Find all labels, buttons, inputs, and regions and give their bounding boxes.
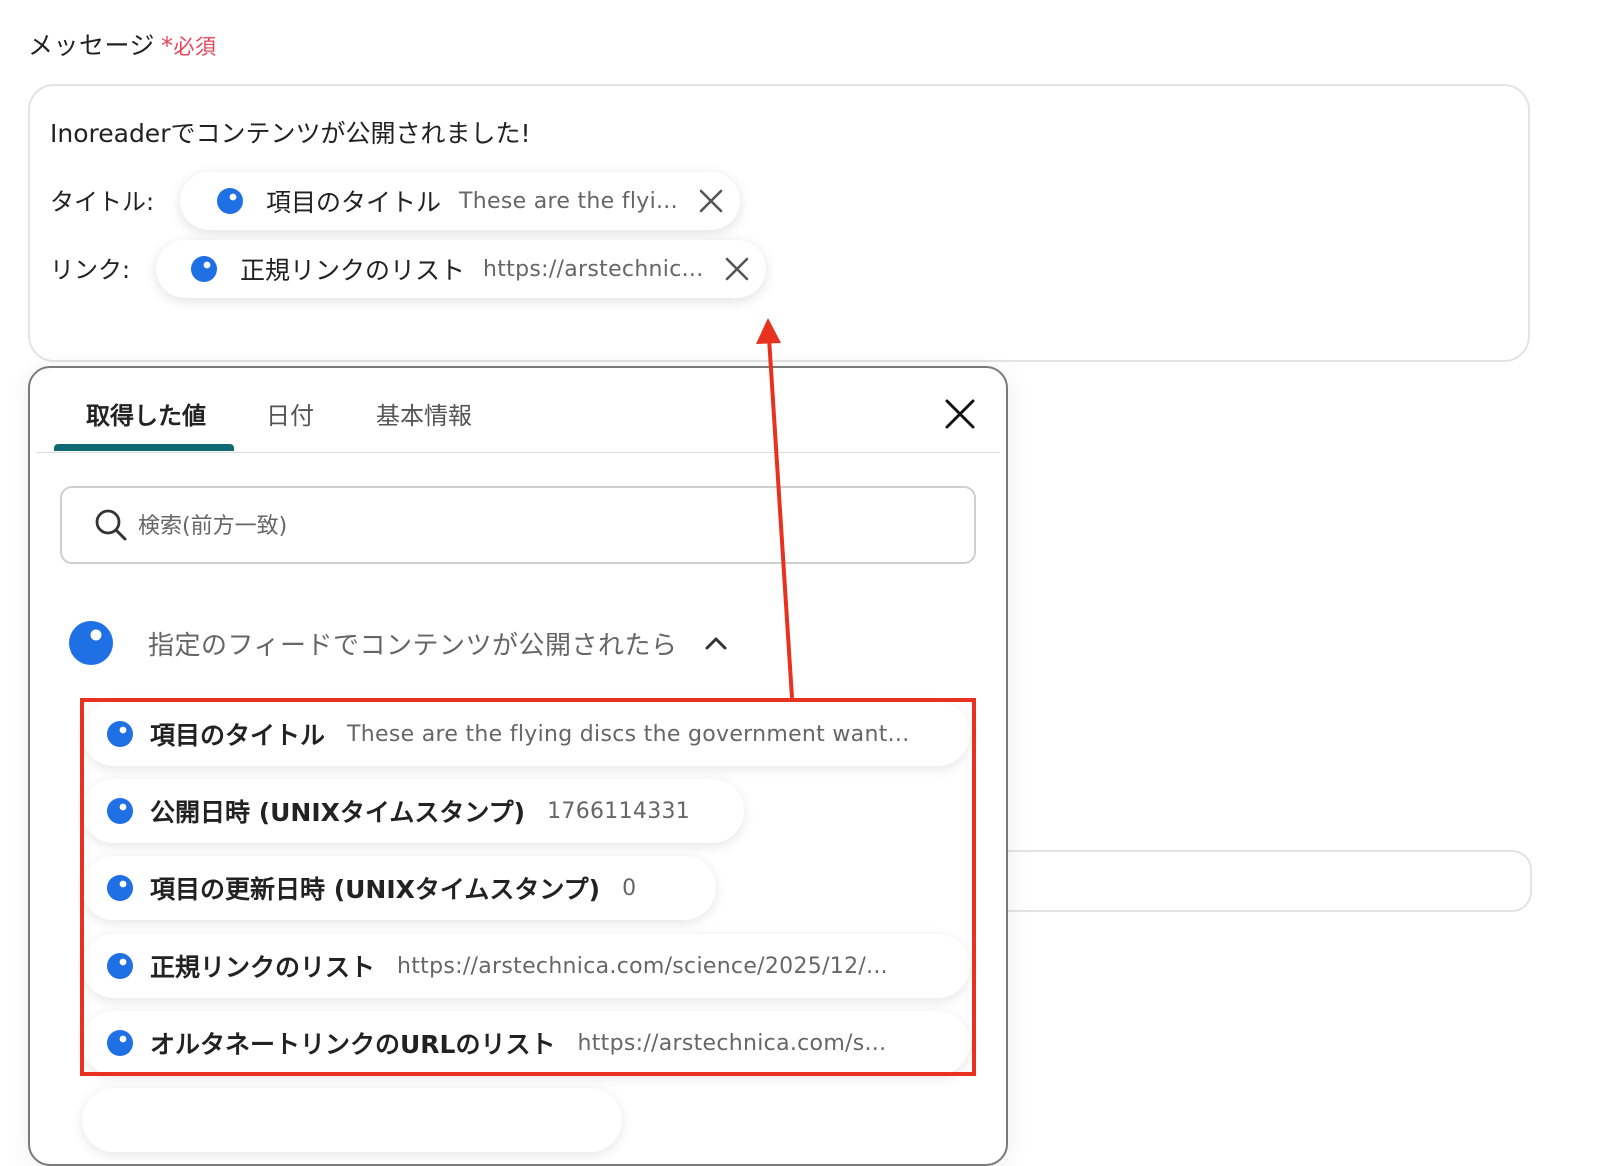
tab-date[interactable]: 日付 <box>266 396 314 431</box>
list-item[interactable]: 公開日時 (UNIXタイムスタンプ) 1766114331 <box>82 779 744 843</box>
field-label-text: メッセージ <box>28 31 156 60</box>
title-row-label: タイトル: <box>50 188 155 216</box>
blue-dot-icon <box>107 953 133 979</box>
group-title: 指定のフィードでコンテンツが公開されたら <box>148 630 678 661</box>
search-icon <box>95 509 127 541</box>
item-value: https://arstechnica.com/science/2025/12/… <box>397 953 888 979</box>
blue-dot-icon <box>191 256 217 282</box>
blue-dot-icon <box>107 875 133 901</box>
trigger-group-header[interactable]: 指定のフィードでコンテンツが公開されたら <box>68 620 729 666</box>
list-item[interactable]: オルタネートリンクのURLのリスト https://arstechnica.co… <box>82 1011 970 1075</box>
chip-value: These are the flyi... <box>459 188 678 214</box>
message-textarea[interactable]: Inoreaderでコンテンツが公開されました! タイトル: 項目のタイトル T… <box>28 84 1530 362</box>
chip-name: 項目のタイトル <box>266 188 442 217</box>
required-indicator: *必須 <box>161 32 217 60</box>
blue-dot-icon <box>107 721 133 747</box>
close-icon[interactable] <box>724 256 750 282</box>
message-field-label: メッセージ *必須 <box>28 26 217 62</box>
blue-dot-icon <box>107 798 133 824</box>
next-field-input[interactable] <box>990 850 1532 912</box>
required-asterisk: * <box>161 32 174 60</box>
tab-divider <box>36 452 1000 453</box>
close-icon[interactable] <box>698 188 724 214</box>
list-item[interactable]: 項目の更新日時 (UNIXタイムスタンプ) 0 <box>82 856 716 920</box>
item-value: These are the flying discs the governmen… <box>347 721 910 747</box>
item-name: 項目の更新日時 (UNIXタイムスタンプ) <box>150 875 601 904</box>
chevron-up-icon[interactable] <box>703 630 729 656</box>
search-input[interactable] <box>136 502 940 550</box>
close-icon[interactable] <box>944 398 976 430</box>
tab-basic-info[interactable]: 基本情報 <box>376 396 472 431</box>
blue-dot-icon <box>217 188 243 214</box>
active-tab-indicator <box>54 444 234 451</box>
item-value: https://arstechnica.com/s... <box>577 1030 887 1056</box>
item-value: 1766114331 <box>547 798 691 824</box>
item-name: オルタネートリンクのURLのリスト <box>150 1030 556 1059</box>
variable-picker-panel: 取得した値 日付 基本情報 指定のフィードでコンテンツが公開されたら 項目のタイ… <box>28 366 1008 1166</box>
blue-dot-icon <box>69 621 113 665</box>
title-variable-chip[interactable]: 項目のタイトル These are the flyi... <box>180 172 740 230</box>
search-box[interactable] <box>60 486 976 564</box>
chip-value: https://arstechnic... <box>483 256 704 282</box>
required-text: 必須 <box>173 35 217 59</box>
item-value: 0 <box>622 875 637 901</box>
link-variable-chip[interactable]: 正規リンクのリスト https://arstechnic... <box>156 240 766 298</box>
chip-name: 正規リンクのリスト <box>240 256 466 285</box>
item-name: 項目のタイトル <box>150 721 326 750</box>
tab-acquired-values[interactable]: 取得した値 <box>86 396 206 431</box>
list-item[interactable] <box>82 1088 622 1152</box>
blue-dot-icon <box>107 1030 133 1056</box>
item-name: 正規リンクのリスト <box>150 953 376 982</box>
list-item[interactable]: 正規リンクのリスト https://arstechnica.com/scienc… <box>82 934 970 998</box>
list-item[interactable]: 項目のタイトル These are the flying discs the g… <box>82 702 970 766</box>
message-line-1: Inoreaderでコンテンツが公開されました! <box>50 119 531 148</box>
link-row-label: リンク: <box>50 256 131 284</box>
item-name: 公開日時 (UNIXタイムスタンプ) <box>150 798 526 827</box>
